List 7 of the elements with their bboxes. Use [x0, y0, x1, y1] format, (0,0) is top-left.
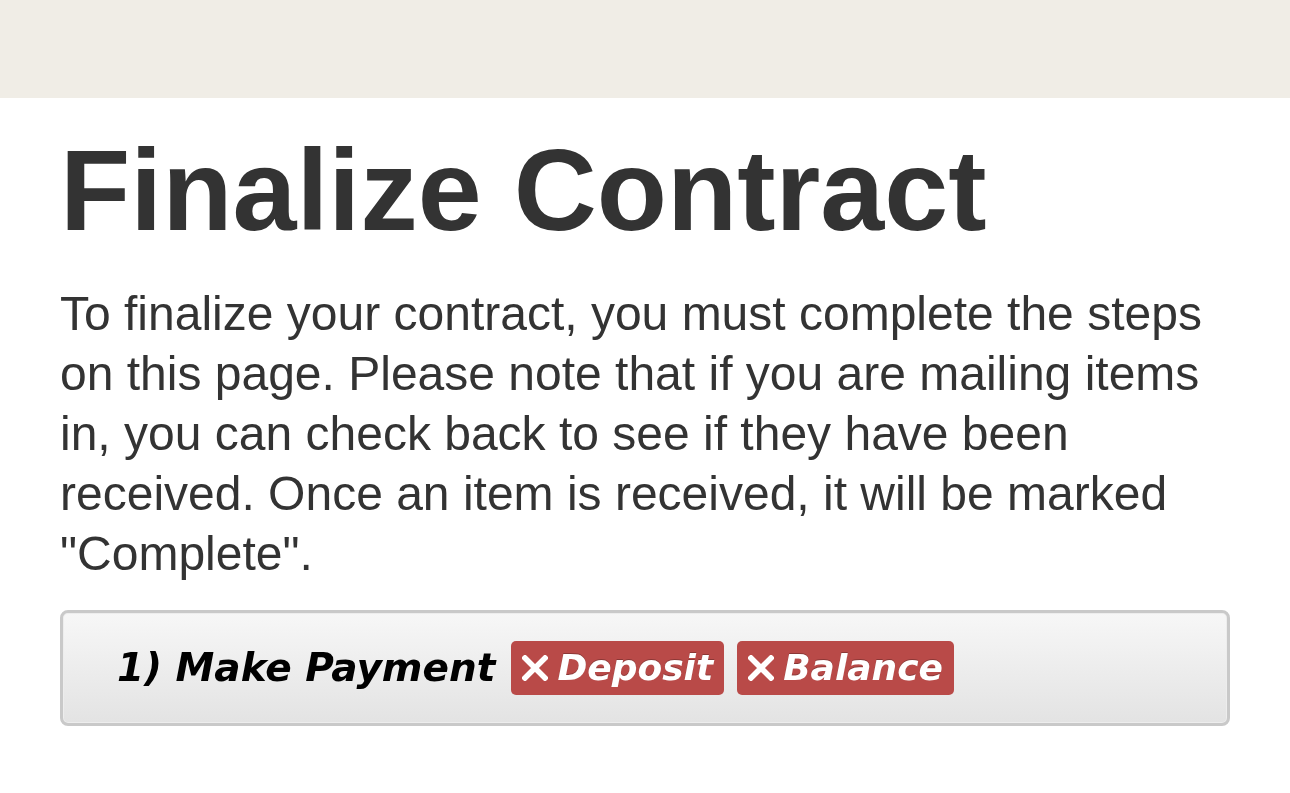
step-title[interactable]: 1) Make Payment [117, 645, 496, 690]
intro-paragraph: To finalize your contract, you must complete the steps on this page. Please note that if you are mailing items in, you can check back to see if they have been received. Once an item is received, it will be marked "Complete". [60, 285, 1203, 582]
cross-icon [748, 654, 775, 681]
tag-label: Deposit [557, 647, 714, 688]
cross-icon [522, 654, 549, 681]
tag-label: Balance [783, 647, 943, 688]
page-title: Finalize Contract [60, 127, 988, 254]
